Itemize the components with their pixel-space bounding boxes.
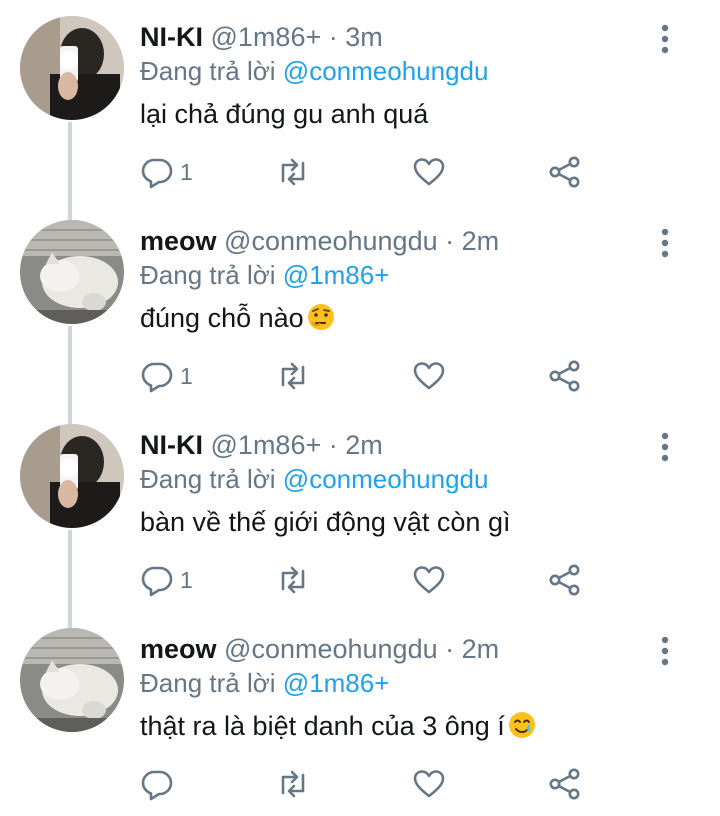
like-button[interactable]	[412, 558, 446, 602]
share-button[interactable]	[548, 558, 582, 602]
tweet-actions: 1	[140, 150, 700, 194]
reply-button[interactable]: 1	[140, 558, 193, 602]
replying-to: Đang trả lời @conmeohungdu	[140, 54, 488, 88]
more-options-icon[interactable]	[650, 226, 680, 260]
separator-dot: ·	[445, 226, 455, 256]
timestamp[interactable]: 3m	[345, 22, 383, 52]
avatar[interactable]	[20, 628, 124, 732]
mention-link[interactable]: @1m86+	[283, 260, 390, 290]
tweet-actions: 1	[140, 354, 700, 398]
share-icon	[549, 156, 580, 188]
heart-icon	[413, 770, 445, 798]
reply-icon	[141, 362, 173, 393]
reply-button[interactable]: 1	[140, 354, 193, 398]
more-options-icon[interactable]	[650, 634, 680, 668]
display-name[interactable]: NI-KI	[140, 22, 203, 52]
person-selfie-avatar-image	[20, 16, 124, 120]
mention-link[interactable]: @1m86+	[283, 668, 390, 698]
tweet-text: thật ra là biệt danh của 3 ông í	[140, 708, 537, 744]
raised-eyebrow-emoji-icon	[306, 302, 336, 332]
user-handle[interactable]: @conmeohungdu	[224, 634, 438, 664]
tweet-text-content: đúng chỗ nào	[140, 303, 304, 333]
white-cat-avatar-image	[20, 220, 124, 324]
replying-to: Đang trả lời @1m86+	[140, 258, 389, 292]
mention-link[interactable]: @conmeohungdu	[283, 464, 489, 494]
share-icon	[549, 564, 580, 596]
tweet-text: đúng chỗ nào	[140, 300, 336, 336]
timestamp[interactable]: 2m	[462, 634, 500, 664]
reply-thread: NI-KI @1m86+ · 3m Đang trả lời @conmeohu…	[0, 0, 720, 808]
reply-count: 1	[180, 566, 193, 593]
user-handle[interactable]: @1m86+	[211, 22, 322, 52]
reply-button[interactable]: 1	[140, 150, 193, 194]
avatar[interactable]	[20, 16, 124, 120]
tweet-header: NI-KI @1m86+ · 2m	[140, 428, 383, 462]
retweet-button[interactable]	[276, 558, 310, 602]
like-button[interactable]	[412, 762, 446, 806]
reply-count: 1	[180, 158, 193, 185]
like-button[interactable]	[412, 354, 446, 398]
tweet[interactable]: meow @conmeohungdu · 2m Đang trả lời @1m…	[0, 612, 720, 816]
retweet-icon	[281, 770, 305, 798]
share-icon	[549, 768, 580, 800]
retweet-button[interactable]	[276, 354, 310, 398]
tweet[interactable]: NI-KI @1m86+ · 2m Đang trả lời @conmeohu…	[0, 408, 720, 612]
reply-button[interactable]	[140, 762, 180, 806]
replying-to-label: Đang trả lời	[140, 260, 276, 290]
tweet-actions: 1	[140, 558, 700, 602]
display-name[interactable]: meow	[140, 634, 217, 664]
share-button[interactable]	[548, 354, 582, 398]
replying-to: Đang trả lời @conmeohungdu	[140, 462, 488, 496]
avatar[interactable]	[20, 220, 124, 324]
separator-dot: ·	[445, 634, 455, 664]
heart-icon	[413, 566, 445, 594]
white-cat-avatar-image	[20, 628, 124, 732]
separator-dot: ·	[328, 22, 338, 52]
tweet-text: lại chả đúng gu anh quá	[140, 99, 429, 129]
tweet-header: meow @conmeohungdu · 2m	[140, 632, 499, 666]
display-name[interactable]: meow	[140, 226, 217, 256]
timestamp[interactable]: 2m	[462, 226, 500, 256]
user-handle[interactable]: @conmeohungdu	[224, 226, 438, 256]
mention-link[interactable]: @conmeohungdu	[283, 56, 489, 86]
share-button[interactable]	[548, 150, 582, 194]
reply-icon	[141, 158, 173, 189]
tweet-text: bàn về thế giới động vật còn gì	[140, 507, 511, 537]
share-button[interactable]	[548, 762, 582, 806]
retweet-icon	[281, 566, 305, 594]
person-selfie-avatar-image	[20, 424, 124, 528]
tweet-header: meow @conmeohungdu · 2m	[140, 224, 499, 258]
retweet-icon	[281, 158, 305, 186]
more-options-icon[interactable]	[650, 22, 680, 56]
more-options-icon[interactable]	[650, 430, 680, 464]
display-name[interactable]: NI-KI	[140, 430, 203, 460]
tweet-text-content: thật ra là biệt danh của 3 ông í	[140, 711, 505, 741]
smiling-face-with-tear-emoji-icon	[507, 710, 537, 740]
heart-icon	[413, 158, 445, 186]
tweet-actions	[140, 762, 700, 806]
timestamp[interactable]: 2m	[345, 430, 383, 460]
retweet-button[interactable]	[276, 150, 310, 194]
tweet-header: NI-KI @1m86+ · 3m	[140, 20, 383, 54]
separator-dot: ·	[328, 430, 338, 460]
reply-icon	[141, 566, 173, 597]
like-button[interactable]	[412, 150, 446, 194]
tweet[interactable]: meow @conmeohungdu · 2m Đang trả lời @1m…	[0, 204, 720, 408]
heart-icon	[413, 362, 445, 390]
reply-count: 1	[180, 362, 193, 389]
replying-to-label: Đang trả lời	[140, 668, 276, 698]
reply-icon	[141, 770, 173, 801]
replying-to-label: Đang trả lời	[140, 56, 276, 86]
avatar[interactable]	[20, 424, 124, 528]
replying-to: Đang trả lời @1m86+	[140, 666, 389, 700]
replying-to-label: Đang trả lời	[140, 464, 276, 494]
retweet-button[interactable]	[276, 762, 310, 806]
user-handle[interactable]: @1m86+	[211, 430, 322, 460]
tweet[interactable]: NI-KI @1m86+ · 3m Đang trả lời @conmeohu…	[0, 0, 720, 204]
retweet-icon	[281, 362, 305, 390]
share-icon	[549, 360, 580, 392]
